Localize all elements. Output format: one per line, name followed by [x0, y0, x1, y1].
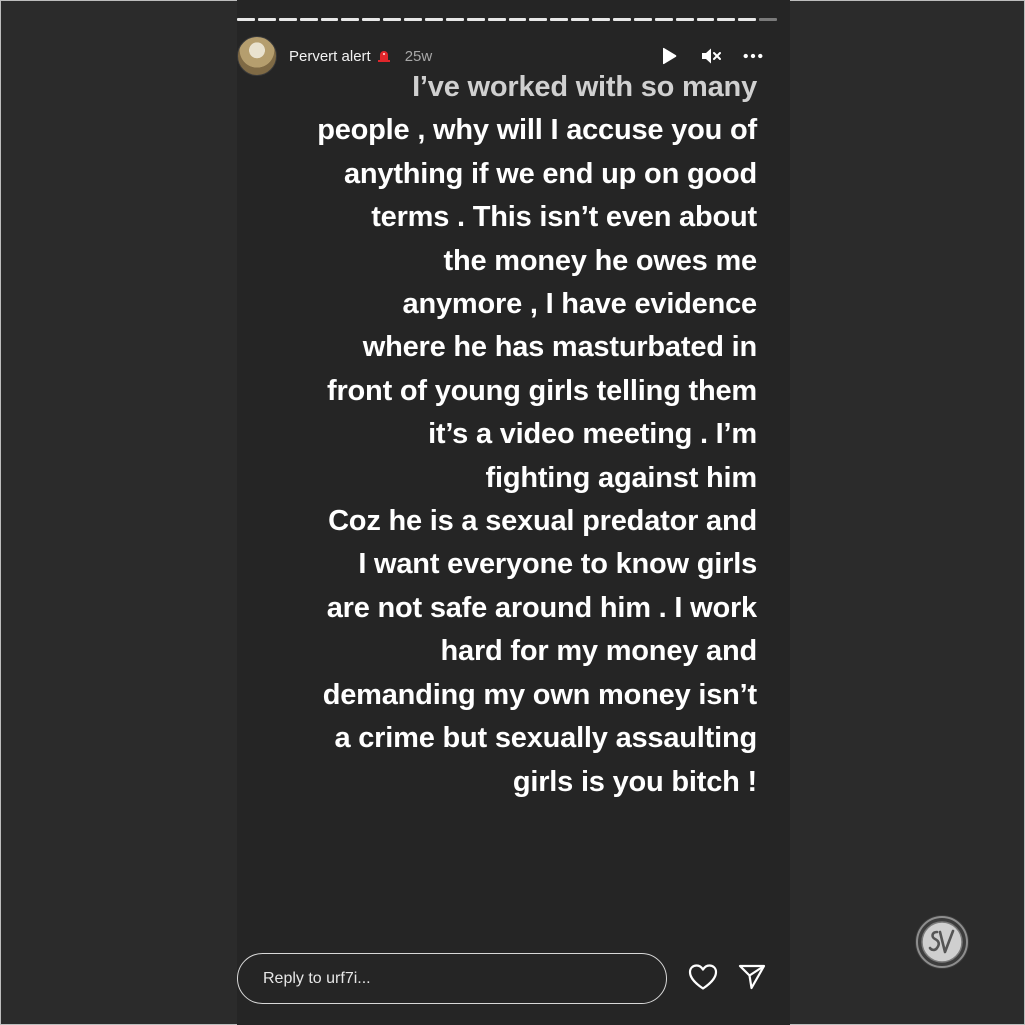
reply-input[interactable] [263, 969, 643, 988]
like-button[interactable] [688, 962, 718, 992]
progress-segment [717, 18, 736, 21]
story-text-line: terms . This isn’t even about [371, 201, 757, 234]
story-text-line: it’s a video meeting . I’m [428, 418, 757, 451]
progress-segment [445, 18, 464, 21]
username[interactable]: Pervert alert [289, 48, 371, 65]
progress-segment [696, 18, 715, 21]
story-text-line: I want everyone to know girls [358, 548, 757, 581]
story-text-line: I’ve worked with so many [412, 71, 757, 103]
progress-segment [320, 18, 339, 21]
more-options-icon [743, 53, 763, 59]
watermark [915, 915, 969, 969]
send-icon [738, 964, 766, 990]
story-progress-bar [237, 18, 778, 21]
mute-icon [702, 48, 721, 64]
progress-segment [571, 18, 590, 21]
story-text-line: anything if we end up on good [343, 157, 757, 190]
story-text-line: anymore , I have evidence [402, 288, 758, 321]
progress-segment [257, 18, 276, 21]
progress-segment [675, 18, 694, 21]
play-icon [663, 47, 677, 65]
progress-segment [362, 18, 381, 21]
header-actions [659, 46, 777, 66]
story-text-line: Coz he is a sexual predator and [328, 505, 757, 538]
mute-button[interactable] [701, 46, 721, 66]
progress-segment [278, 18, 297, 21]
reply-box[interactable] [237, 953, 667, 1004]
progress-segment [466, 18, 485, 21]
story-text-line: people , why will I accuse you of [317, 114, 757, 147]
story-timestamp: 25w [404, 47, 433, 65]
sv-logo-icon [916, 916, 968, 968]
more-options-button[interactable] [743, 46, 763, 66]
heart-icon [688, 964, 718, 990]
progress-segment [237, 18, 255, 21]
progress-segment [404, 18, 423, 21]
story-text-line: the money he owes me [443, 244, 758, 277]
progress-segment [299, 18, 318, 21]
play-button[interactable] [659, 46, 679, 66]
progress-segment [508, 18, 527, 21]
progress-segment [613, 18, 631, 21]
story-text-line: a crime but sexually assaulting [334, 722, 757, 755]
progress-segment [383, 18, 402, 21]
progress-segment [487, 18, 506, 21]
story-text-line: demanding my own money isn’t [322, 678, 757, 711]
progress-segment [550, 18, 569, 21]
story-text-line: where he has masturbated in [362, 331, 757, 364]
progress-segment [633, 18, 652, 21]
story-text: I’ve worked with so many people , why wil… [250, 66, 757, 804]
story-text-line: fighting against him [485, 461, 758, 494]
progress-segment [529, 18, 548, 21]
progress-segment [654, 18, 673, 21]
progress-segment [592, 18, 611, 21]
siren-icon [377, 49, 391, 63]
story-text-line: girls is you bitch ! [512, 765, 757, 798]
send-button[interactable] [737, 962, 767, 992]
story-text-line: front of young girls telling them [327, 374, 757, 407]
progress-segment [738, 18, 757, 21]
story-text-line: are not safe around him . I work [326, 591, 758, 624]
story-text-line: hard for my money and [440, 635, 758, 668]
progress-segment [425, 18, 443, 21]
progress-segment [759, 18, 778, 21]
progress-segment [341, 18, 360, 21]
